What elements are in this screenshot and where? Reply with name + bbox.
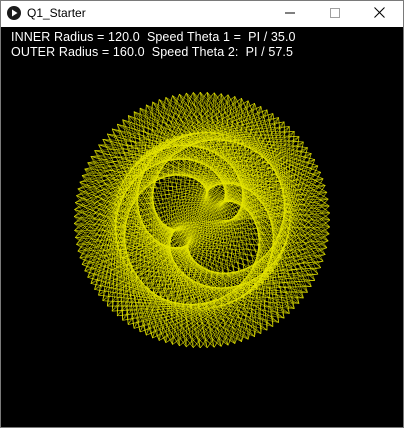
title-bar[interactable]: Q1_Starter bbox=[1, 1, 403, 27]
pattern-lines bbox=[73, 91, 331, 349]
processing-play-icon bbox=[7, 6, 21, 20]
maximize-button[interactable] bbox=[312, 1, 357, 27]
maximize-icon bbox=[329, 5, 340, 23]
close-icon bbox=[374, 5, 385, 23]
minimize-icon bbox=[284, 5, 295, 23]
spirograph-pattern bbox=[73, 91, 331, 349]
inner-radius-info: INNER Radius = 120.0 Speed Theta 1 = PI … bbox=[11, 30, 296, 44]
sketch-canvas[interactable]: INNER Radius = 120.0 Speed Theta 1 = PI … bbox=[1, 27, 403, 427]
close-button[interactable] bbox=[357, 1, 402, 27]
minimize-button[interactable] bbox=[267, 1, 312, 27]
outer-radius-info: OUTER Radius = 160.0 Speed Theta 2: PI /… bbox=[11, 45, 294, 59]
app-window: Q1_Starter INNER Radius = 120.0 Speed Th… bbox=[0, 0, 404, 428]
window-title: Q1_Starter bbox=[27, 6, 86, 20]
